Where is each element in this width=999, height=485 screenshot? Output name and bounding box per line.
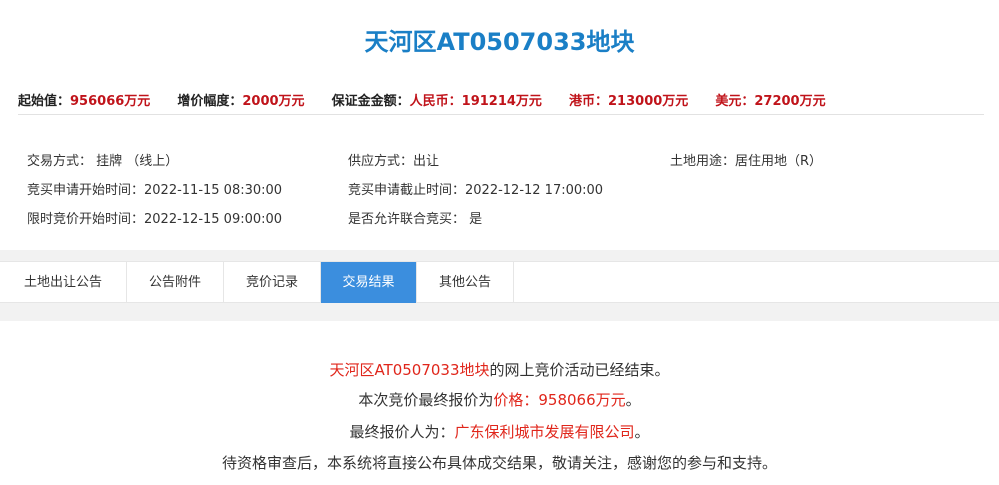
result-line-2-prefix: 本次竞价最终报价为	[358, 391, 494, 409]
tab-land-announcement[interactable]: 土地出让公告	[0, 262, 127, 303]
deposit-rmb-value: 191214万元	[461, 94, 542, 109]
result-panel: 天河区AT0507033地块的网上竞价活动已经结束。 本次竞价最终报价为价格：9…	[0, 321, 999, 485]
deposit-label: 保证金金额：	[331, 94, 410, 109]
final-price: 价格：958066万元	[493, 391, 626, 409]
result-line-3: 最终报价人为：广东保利城市发展有限公司。	[0, 421, 999, 442]
result-line-1-text: 的网上竞价活动已经结束。	[489, 361, 670, 379]
deposit-hkd-label: 港币：	[569, 94, 609, 109]
tab-trade-result[interactable]: 交易结果	[321, 262, 417, 303]
joint-bid-allowed: 是否允许联合竞买： 是	[348, 212, 483, 227]
bid-start-time: 限时竞价开始时间：2022-12-15 09:00:00	[27, 212, 283, 227]
divider	[18, 114, 984, 115]
deposit-usd-value: 27200万元	[754, 94, 826, 109]
tab-bid-records[interactable]: 竞价记录	[224, 262, 321, 303]
increment-label: 增价幅度：	[177, 94, 243, 109]
result-line-1: 天河区AT0507033地块的网上竞价活动已经结束。	[0, 359, 999, 380]
result-line-4: 待资格审查后，本系统将直接公布具体成交结果，敬请关注，感谢您的参与和支持。	[221, 454, 777, 472]
result-line-3-prefix: 最终报价人为：	[349, 423, 455, 441]
land-info-panel: 天河区AT0507033地块 起始值：956066万元 增价幅度：2000万元 …	[0, 0, 999, 250]
result-line-2-suffix: 。	[625, 391, 641, 409]
final-bidder: 广东保利城市发展有限公司	[454, 423, 635, 441]
tab-bar: 土地出让公告 公告附件 竞价记录 交易结果 其他公告	[0, 261, 999, 303]
deposit-usd-label: 美元：	[715, 94, 755, 109]
supply-method: 供应方式：出让	[348, 154, 440, 169]
result-line-3-suffix: 。	[634, 423, 650, 441]
result-parcel-name: 天河区AT0507033地块	[329, 361, 490, 379]
page-title: 天河区AT0507033地块	[364, 28, 635, 56]
price-summary-bar: 起始值：956066万元 增价幅度：2000万元 保证金金额：人民币：19121…	[18, 90, 988, 109]
trade-method: 交易方式： 挂牌 （线上）	[27, 154, 179, 169]
tab-other-announcements[interactable]: 其他公告	[417, 262, 514, 303]
start-price-label: 起始值：	[18, 94, 71, 109]
increment-value: 2000万元	[242, 94, 305, 109]
result-line-2: 本次竞价最终报价为价格：958066万元。	[0, 389, 999, 410]
land-use: 土地用途：居住用地（R）	[670, 154, 823, 169]
deposit-rmb-label: 人民币：	[409, 94, 462, 109]
tab-attachments[interactable]: 公告附件	[127, 262, 224, 303]
start-price-value: 956066万元	[70, 94, 151, 109]
apply-end-time: 竞买申请截止时间：2022-12-12 17:00:00	[348, 183, 604, 198]
apply-start-time: 竞买申请开始时间：2022-11-15 08:30:00	[27, 183, 283, 198]
deposit-hkd-value: 213000万元	[608, 94, 689, 109]
